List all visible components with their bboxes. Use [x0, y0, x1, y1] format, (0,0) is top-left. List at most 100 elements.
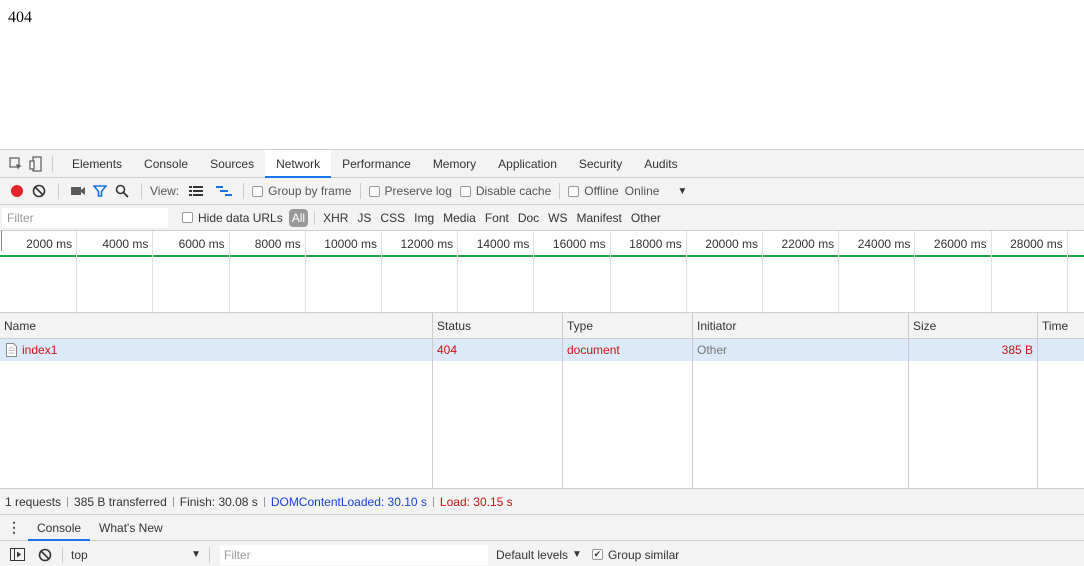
- filter-type-manifest[interactable]: Manifest: [577, 211, 622, 225]
- tab-application[interactable]: Application: [487, 150, 568, 177]
- timeline-grid-line: [381, 231, 382, 313]
- filter-type-css[interactable]: CSS: [380, 211, 405, 225]
- timeline-grid-line: [152, 231, 154, 313]
- console-filter-input[interactable]: Filter: [220, 544, 488, 565]
- throttling-select[interactable]: Online ▼: [625, 184, 688, 198]
- filter-input[interactable]: Filter: [2, 207, 168, 228]
- context-select[interactable]: top ▼: [67, 545, 205, 565]
- search-icon: [115, 184, 129, 198]
- cell-size: 385 B: [909, 339, 1038, 361]
- overview-toggle-button[interactable]: [213, 180, 235, 202]
- filter-icon: [93, 185, 107, 197]
- record-button[interactable]: [6, 180, 28, 202]
- tab-performance[interactable]: Performance: [331, 150, 422, 177]
- clear-button[interactable]: [28, 180, 50, 202]
- tab-elements[interactable]: Elements: [61, 150, 133, 177]
- filter-all-button[interactable]: All: [288, 208, 309, 227]
- disable-cache-checkbox[interactable]: Disable cache: [459, 184, 551, 198]
- cell-name: index1: [0, 339, 433, 361]
- camera-icon: [71, 187, 85, 195]
- cell-initiator: Other: [693, 339, 909, 361]
- drawer-tabbar: ⋮ Console What's New: [0, 515, 1084, 541]
- drawer-tab-whats-new[interactable]: What's New: [90, 515, 172, 540]
- checkbox-checked-box: ✔: [591, 549, 603, 560]
- search-button[interactable]: [111, 180, 133, 202]
- table-header: Name Status Type Initiator Size Time: [0, 313, 1084, 339]
- devtools-tabbar: Elements Console Sources Network Perform…: [0, 150, 1084, 178]
- column-header-status[interactable]: Status: [433, 313, 563, 339]
- timeline-grid-line: [762, 231, 763, 313]
- table-row[interactable]: index1 404 document Other 385 B: [0, 339, 1084, 361]
- timeline-tick-label: 6000 ms: [178, 237, 225, 251]
- requests-table: Name Status Type Initiator Size Time ind…: [0, 313, 1084, 489]
- offline-checkbox[interactable]: Offline: [568, 184, 619, 198]
- record-icon: [11, 185, 23, 197]
- timeline-grid-line: [609, 231, 611, 313]
- group-similar-checkbox[interactable]: ✔ Group similar: [591, 548, 679, 562]
- filter-type-doc[interactable]: Doc: [518, 211, 539, 225]
- summary-transferred: 385 B transferred: [74, 494, 167, 509]
- screenshot-button[interactable]: [67, 180, 89, 202]
- filter-type-font[interactable]: Font: [485, 211, 509, 225]
- filter-toggle-button[interactable]: [89, 180, 111, 202]
- list-view-icon: [189, 186, 204, 196]
- device-toolbar-icon[interactable]: [26, 150, 46, 178]
- tab-audits[interactable]: Audits: [633, 150, 688, 177]
- timeline-tick-label: 28000 ms: [1010, 237, 1063, 251]
- preserve-log-checkbox[interactable]: Preserve log: [368, 184, 452, 198]
- timeline-tick-label: 12000 ms: [400, 237, 454, 251]
- document-icon: [6, 343, 17, 357]
- tab-security[interactable]: Security: [568, 150, 633, 177]
- column-header-initiator[interactable]: Initiator: [693, 313, 909, 339]
- dropdown-arrow-icon: ▼: [572, 549, 582, 560]
- group-by-frame-checkbox[interactable]: Group by frame: [252, 184, 352, 198]
- log-levels-select[interactable]: Default levels ▼: [496, 548, 582, 562]
- filter-type-ws[interactable]: WS: [548, 211, 567, 225]
- filter-type-js[interactable]: JS: [357, 211, 371, 225]
- summary-load: Load: 30.15 s: [439, 494, 513, 509]
- timeline-tick-label: 8000 ms: [254, 237, 301, 251]
- timeline-tick-label: 18000 ms: [629, 237, 682, 251]
- filter-type-media[interactable]: Media: [443, 211, 476, 225]
- column-header-size[interactable]: Size: [909, 313, 1038, 339]
- large-rows-button[interactable]: [185, 180, 207, 202]
- page-body-text: 404: [8, 9, 32, 26]
- timeline-grid-line: [685, 231, 687, 313]
- column-header-type[interactable]: Type: [563, 313, 693, 339]
- timeline-tick-label: 22000 ms: [781, 237, 835, 251]
- cell-status: 404: [433, 339, 563, 361]
- timeline-tick-label: 14000 ms: [476, 237, 530, 251]
- network-overview[interactable]: 2000 ms 4000 ms 6000 ms 8000 ms 10000 ms 1200…: [0, 231, 1084, 313]
- column-header-time[interactable]: Time: [1038, 313, 1084, 339]
- drawer-menu-icon[interactable]: ⋮: [0, 515, 28, 540]
- checkbox-box: [368, 185, 380, 197]
- tab-network[interactable]: Network: [265, 150, 332, 178]
- filter-type-xhr[interactable]: XHR: [323, 211, 348, 225]
- network-filterbar: Filter Hide data URLs All XHR JS CSS Img…: [0, 205, 1084, 231]
- cell-type: document: [563, 339, 693, 361]
- dropdown-arrow-icon: ▼: [191, 549, 201, 560]
- inspect-element-icon[interactable]: [6, 150, 26, 178]
- timeline-grid-line: [914, 231, 916, 313]
- timeline-grid-line: [1066, 231, 1068, 313]
- clear-console-button[interactable]: [34, 544, 56, 566]
- tab-sources[interactable]: Sources: [199, 150, 265, 177]
- dropdown-arrow-icon: ▼: [677, 185, 688, 197]
- clear-icon: [32, 184, 46, 198]
- filter-type-img[interactable]: Img: [414, 211, 434, 225]
- filter-type-other[interactable]: Other: [631, 211, 661, 225]
- tab-memory[interactable]: Memory: [422, 150, 487, 177]
- timeline-grid-line: [533, 231, 535, 313]
- hide-data-urls-checkbox[interactable]: Hide data URLs: [182, 211, 283, 225]
- summary-finish: Finish: 30.08 s: [179, 494, 258, 509]
- drawer-tab-console[interactable]: Console: [28, 515, 91, 541]
- summary-requests: 1 requests: [5, 494, 62, 509]
- checkbox-box: [252, 185, 264, 197]
- cell-time: [1038, 339, 1084, 361]
- sidebar-toggle-button[interactable]: [6, 544, 28, 566]
- tab-console[interactable]: Console: [133, 150, 199, 177]
- column-header-name[interactable]: Name: [0, 313, 433, 339]
- timeline-tick-label: 16000 ms: [552, 237, 606, 251]
- checkbox-box: [182, 212, 193, 223]
- timeline-grid-line: [1, 231, 2, 251]
